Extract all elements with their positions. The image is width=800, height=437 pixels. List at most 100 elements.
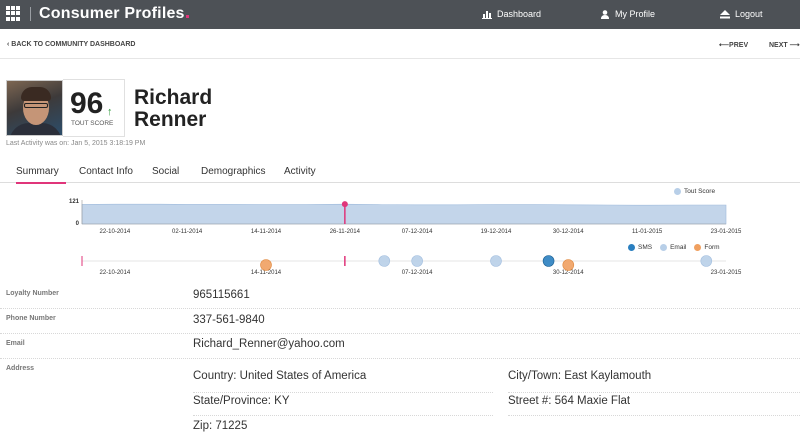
address-street: Street #: 564 Maxie Flat — [508, 395, 631, 407]
profile-name: Richard Renner — [134, 87, 212, 131]
loyalty-value: 965115661 — [193, 289, 250, 301]
x-tick-label: 11-01-2015 — [632, 229, 663, 235]
address-divider — [508, 392, 800, 393]
x-tick-label: 26-11-2014 — [330, 229, 361, 235]
legend-sms: SMS — [628, 244, 652, 251]
x-tick-label: 07-12-2014 — [402, 270, 433, 276]
y-tick-label: 121 — [69, 199, 80, 205]
x-tick-label: 14-11-2014 — [251, 229, 282, 235]
x-tick-label: 14-11-2014 — [251, 270, 282, 276]
nav-my-profile[interactable]: My Profile — [600, 9, 655, 19]
nav-dashboard[interactable]: Dashboard — [482, 9, 541, 19]
legend-dot — [674, 188, 681, 195]
title-dot — [185, 15, 189, 18]
arrow-left-icon: ⟵ — [719, 42, 730, 49]
nav-logout-label: Logout — [735, 9, 763, 19]
tab-demographics[interactable]: Demographics — [201, 166, 265, 177]
last-activity: Last Activity was on: Jan 5, 2015 3:18:1… — [6, 140, 146, 147]
address-country: Country: United States of America — [193, 370, 367, 382]
phone-value: 337-561-9840 — [193, 314, 265, 326]
tab-summary[interactable]: Summary — [16, 166, 66, 184]
tout-score-box: 96 ↑ TOUT SCORE — [63, 79, 125, 137]
x-tick-label: 02-11-2014 — [172, 229, 203, 235]
x-tick-label: 30-12-2014 — [553, 229, 584, 235]
phone-row: Phone Number 337-561-9840 — [0, 309, 800, 334]
address-zip: Zip: 71225 — [193, 420, 248, 432]
activity-point-sms — [542, 255, 555, 267]
back-link-label: BACK TO COMMUNITY DASHBOARD — [11, 41, 136, 48]
x-tick-label: 30-12-2014 — [553, 270, 584, 276]
sub-navigation: ‹ BACK TO COMMUNITY DASHBOARD ⟵PREV NEXT… — [0, 29, 800, 59]
address-divider — [193, 415, 493, 416]
legend-dot — [694, 244, 702, 251]
charts-area: 0 121 22-10-2014 02-11-2014 14-11-2014 26-11-… — [0, 184, 800, 284]
legend-email: Email — [660, 244, 686, 251]
email-label: Email — [6, 340, 25, 347]
x-tick-label: 19-12-2014 — [481, 229, 512, 235]
bar-chart-icon — [482, 10, 492, 19]
email-row: Email Richard_Renner@yahoo.com — [0, 334, 800, 359]
x-tick-label: 23-01-2015 — [711, 270, 742, 276]
legend-dot — [628, 244, 635, 251]
legend-label: Tout Score — [684, 188, 716, 195]
tout-score-area — [81, 203, 727, 225]
nav-dashboard-label: Dashboard — [497, 9, 542, 19]
x-tick-label: 07-12-2014 — [402, 229, 433, 235]
prev-label: PREV — [729, 42, 749, 49]
loyalty-label: Loyalty Number — [6, 290, 59, 297]
top-bar: Consumer Profiles Dashboard My Profile L… — [0, 0, 800, 29]
eject-icon — [720, 9, 730, 18]
x-tick-label: 23-01-2015 — [711, 229, 742, 235]
app-title: Consumer Profiles — [39, 5, 189, 23]
back-to-dashboard-link[interactable]: ‹ BACK TO COMMUNITY DASHBOARD — [7, 41, 135, 48]
address-city: City/Town: East Kaylamouth — [508, 370, 652, 382]
legend-dot — [660, 244, 668, 251]
title-divider — [30, 7, 31, 21]
avatar-hair — [21, 87, 51, 101]
avatar-glasses — [24, 103, 48, 108]
x-tick-label: 22-10-2014 — [100, 270, 131, 276]
y-tick-label: 0 — [76, 221, 80, 227]
next-label: NEXT — [769, 42, 788, 49]
address-divider — [508, 415, 800, 416]
activity-point-email — [411, 255, 423, 267]
address-divider — [193, 392, 493, 393]
legend-label: SMS — [638, 244, 653, 251]
tab-social[interactable]: Social — [152, 166, 179, 177]
tab-activity[interactable]: Activity — [284, 166, 316, 177]
legend-form: Form — [694, 244, 720, 251]
score-legend: Tout Score — [674, 188, 715, 195]
user-icon — [601, 9, 609, 19]
address-state: State/Province: KY — [193, 395, 290, 407]
app-title-text: Consumer Profiles — [39, 5, 185, 22]
first-name: Richard — [134, 86, 213, 109]
next-link[interactable]: NEXT ⟶ — [769, 41, 800, 49]
tout-score-value: 96 — [70, 87, 104, 120]
x-tick-label: 22-10-2014 — [100, 229, 131, 235]
address-section: Address Country: United States of Americ… — [0, 359, 800, 437]
legend-label: Email — [670, 244, 687, 251]
apps-grid-icon[interactable] — [6, 6, 21, 21]
activity-legend: SMS Email Form — [628, 244, 720, 251]
prev-link[interactable]: ⟵PREV — [719, 41, 748, 49]
last-name: Renner — [134, 108, 207, 131]
activity-point-email — [378, 255, 391, 267]
address-label: Address — [6, 365, 35, 372]
phone-label: Phone Number — [6, 315, 56, 322]
activity-point-email — [700, 255, 713, 267]
avatar — [6, 80, 63, 136]
arrow-up-icon: ↑ — [107, 106, 113, 118]
nav-profile-label: My Profile — [615, 9, 656, 19]
activity-point-email — [490, 255, 502, 267]
email-value[interactable]: Richard_Renner@yahoo.com — [193, 338, 345, 350]
legend-tout-score: Tout Score — [674, 188, 715, 195]
activity-point-form — [562, 259, 575, 271]
tab-contact-info[interactable]: Contact Info — [79, 166, 133, 177]
tout-score-label: TOUT SCORE — [71, 120, 114, 127]
legend-label: Form — [704, 244, 720, 251]
loyalty-row: Loyalty Number 965115661 — [0, 284, 800, 309]
arrow-right-icon: ⟶ — [787, 42, 800, 49]
nav-logout[interactable]: Logout — [720, 9, 763, 19]
profile-tabs: Summary Contact Info Social Demographics… — [0, 160, 800, 184]
activity-point-form — [260, 259, 272, 271]
